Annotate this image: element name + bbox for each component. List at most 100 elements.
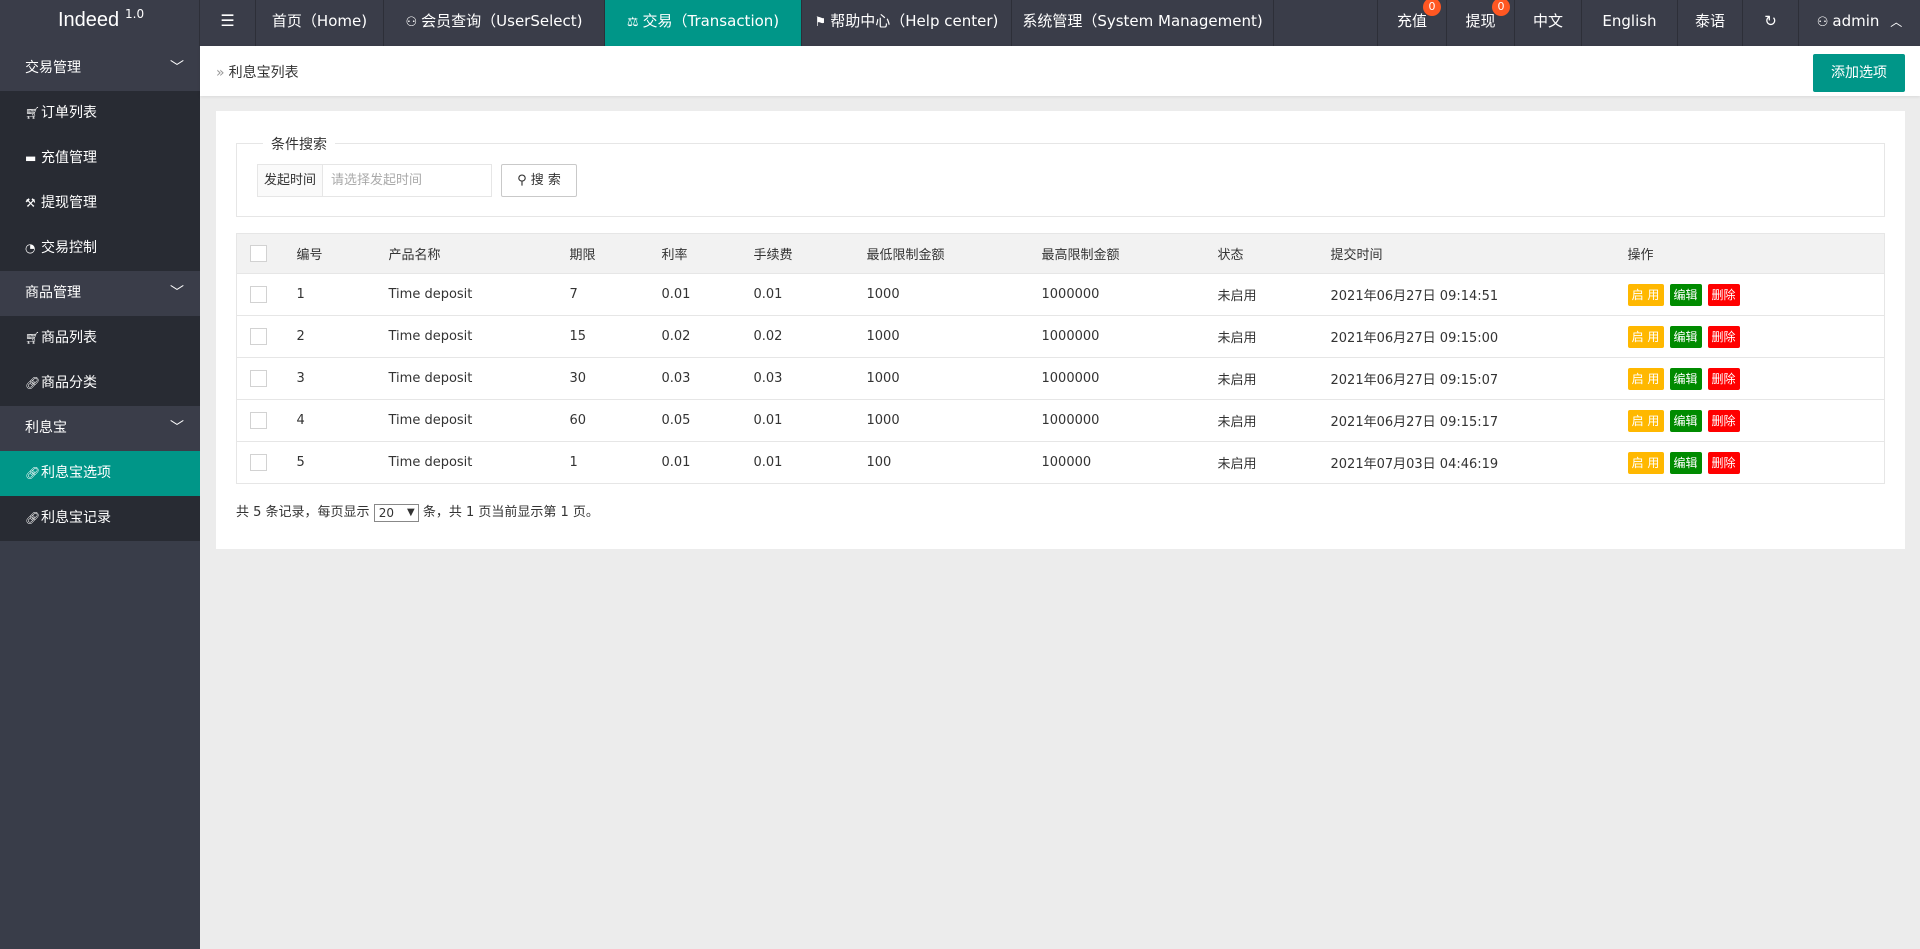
select-all-checkbox[interactable]	[250, 245, 267, 262]
nav-user-select[interactable]: ⚇ 会员查询（UserSelect)	[384, 0, 605, 46]
cell-min: 1000	[856, 315, 1032, 358]
row-checkbox[interactable]	[250, 328, 267, 345]
menu-icon: ☰	[220, 11, 235, 30]
sidebar-item-orders[interactable]: 🛒︎订单列表	[0, 91, 200, 136]
cell-term: 60	[559, 399, 652, 442]
sidebar-item-interest-options[interactable]: 🔗︎利息宝选项	[0, 451, 200, 496]
col-actions: 操作	[1617, 233, 1885, 274]
table-row: 2 Time deposit 15 0.02 0.02 1000 1000000…	[236, 315, 1885, 358]
page-size-select[interactable]: 20 ▼	[373, 503, 419, 522]
refresh-icon: ↻	[1764, 12, 1777, 30]
sidebar-item-withdraw[interactable]: ⚒ 提现管理	[0, 181, 200, 226]
cell-min: 1000	[856, 273, 1032, 316]
delete-button[interactable]: 删除	[1707, 451, 1740, 474]
breadcrumb: » 利息宝列表	[216, 65, 299, 81]
edit-button[interactable]: 编辑	[1669, 409, 1702, 432]
lang-th[interactable]: 泰语	[1678, 0, 1743, 46]
col-max: 最高限制金额	[1031, 233, 1208, 274]
enable-button[interactable]: 启 用	[1627, 283, 1664, 306]
cell-rate: 0.03	[651, 357, 744, 400]
row-checkbox[interactable]	[250, 454, 267, 471]
cell-min: 1000	[856, 399, 1032, 442]
add-option-button[interactable]: 添加选项	[1813, 54, 1905, 92]
col-term: 期限	[559, 233, 652, 274]
cell-fee: 0.03	[743, 357, 857, 400]
sidebar-item-interest-records[interactable]: 🔗︎利息宝记录	[0, 496, 200, 541]
nav-transaction[interactable]: ⚖ 交易（Transaction)	[605, 0, 802, 46]
table-row: 5 Time deposit 1 0.01 0.01 100 100000 未启…	[236, 441, 1885, 484]
cell-name: Time deposit	[378, 357, 560, 400]
row-checkbox[interactable]	[250, 286, 267, 303]
cell-max: 100000	[1031, 441, 1208, 484]
sidebar-item-recharge[interactable]: ▬ 充值管理	[0, 136, 200, 181]
cell-fee: 0.01	[743, 441, 857, 484]
cell-name: Time deposit	[378, 399, 560, 442]
nav-help-center[interactable]: ⚑ 帮助中心（Help center)	[802, 0, 1012, 46]
recharge-button[interactable]: 充值 0	[1377, 0, 1447, 46]
sidebar-group-trade[interactable]: 交易管理 ﹀	[0, 46, 200, 91]
nav-home[interactable]: 首页（Home)	[256, 0, 384, 46]
enable-button[interactable]: 启 用	[1627, 367, 1664, 390]
search-button[interactable]: ⚲ 搜 索	[501, 164, 577, 197]
cell-time: 2021年06月27日 09:15:00	[1320, 315, 1618, 358]
chevron-down-icon: ﹀	[170, 285, 184, 301]
row-checkbox[interactable]	[250, 412, 267, 429]
cell-status: 未启用	[1207, 315, 1321, 358]
search-legend: 条件搜索	[263, 134, 335, 154]
brand[interactable]: Indeed 1.0	[0, 0, 200, 46]
edit-button[interactable]: 编辑	[1669, 325, 1702, 348]
cell-time: 2021年06月27日 09:15:07	[1320, 357, 1618, 400]
sidebar-item-goods-list[interactable]: 🛒︎商品列表	[0, 316, 200, 361]
edit-button[interactable]: 编辑	[1669, 451, 1702, 474]
sidebar: 交易管理 ﹀ 🛒︎订单列表 ▬ 充值管理 ⚒ 提现管理 ◔ 交易控制 商品管理 ﹀ 🛒…	[0, 46, 200, 949]
cell-time: 2021年06月27日 09:15:17	[1320, 399, 1618, 442]
cell-actions: 启 用编辑 删除	[1617, 273, 1885, 316]
edit-button[interactable]: 编辑	[1669, 367, 1702, 390]
menu-toggle-button[interactable]: ☰	[200, 0, 256, 46]
user-icon: ⚇	[405, 15, 418, 30]
brand-version: 1.0	[125, 7, 145, 21]
delete-button[interactable]: 删除	[1707, 409, 1740, 432]
sidebar-item-trade-control[interactable]: ◔ 交易控制	[0, 226, 200, 271]
enable-button[interactable]: 启 用	[1627, 409, 1664, 432]
dashboard-icon: ◔	[25, 241, 36, 255]
cell-name: Time deposit	[378, 315, 560, 358]
delete-button[interactable]: 删除	[1707, 367, 1740, 390]
cell-status: 未启用	[1207, 399, 1321, 442]
chevron-down-icon: ﹀	[170, 420, 184, 436]
cell-rate: 0.01	[651, 441, 744, 484]
cell-status: 未启用	[1207, 357, 1321, 400]
enable-button[interactable]: 启 用	[1627, 325, 1664, 348]
flag-icon: ⚑	[814, 15, 827, 30]
brand-name: Indeed	[58, 9, 120, 31]
col-name: 产品名称	[378, 233, 560, 274]
cell-max: 1000000	[1031, 399, 1208, 442]
user-menu[interactable]: ⚇ admin ︿	[1799, 0, 1920, 46]
refresh-button[interactable]: ↻	[1743, 0, 1799, 46]
sidebar-group-interest[interactable]: 利息宝 ﹀	[0, 406, 200, 451]
lang-en[interactable]: English	[1582, 0, 1678, 46]
withdraw-button[interactable]: 提现 0	[1447, 0, 1515, 46]
date-filter-input[interactable]: 请选择发起时间	[322, 164, 492, 197]
chat-icon: ▬	[25, 151, 37, 165]
delete-button[interactable]: 删除	[1707, 325, 1740, 348]
enable-button[interactable]: 启 用	[1627, 451, 1664, 474]
cell-time: 2021年06月27日 09:14:51	[1320, 273, 1618, 316]
data-table: 编号 产品名称 期限 利率 手续费 最低限制金额 最高限制金额 状态 提交时间 …	[236, 233, 1885, 484]
cell-max: 1000000	[1031, 315, 1208, 358]
lang-zh[interactable]: 中文	[1515, 0, 1582, 46]
scale-icon: ⚖	[626, 15, 639, 30]
content-panel: 条件搜索 发起时间 请选择发起时间 ⚲ 搜 索 编号 产品名称 期限 利率 手续费…	[216, 111, 1905, 549]
cell-rate: 0.01	[651, 273, 744, 316]
sidebar-item-goods-category[interactable]: 🔗︎商品分类	[0, 361, 200, 406]
cell-rate: 0.02	[651, 315, 744, 358]
col-fee: 手续费	[743, 233, 857, 274]
search-icon: ⚲	[517, 173, 527, 188]
sidebar-group-goods[interactable]: 商品管理 ﹀	[0, 271, 200, 316]
delete-button[interactable]: 删除	[1707, 283, 1740, 306]
chevron-up-icon: ︿	[1890, 15, 1903, 29]
cell-status: 未启用	[1207, 273, 1321, 316]
edit-button[interactable]: 编辑	[1669, 283, 1702, 306]
nav-system-management[interactable]: 系统管理（System Management)	[1012, 0, 1274, 46]
row-checkbox[interactable]	[250, 370, 267, 387]
